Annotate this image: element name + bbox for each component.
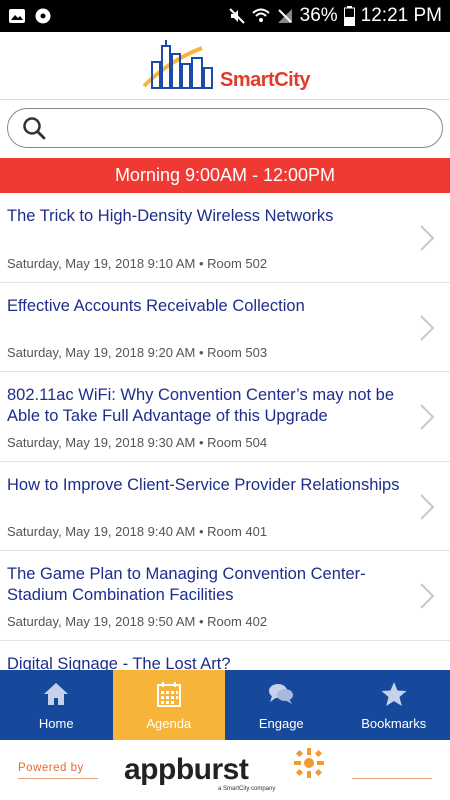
logo-city: City [274, 68, 310, 91]
status-bar: 36% 12:21 PM [0, 0, 450, 32]
tab-label: Home [38, 715, 74, 731]
session-item[interactable]: Effective Accounts Receivable Collection… [0, 283, 450, 372]
clock: 12:21 PM [360, 5, 442, 26]
session-meta: Saturday, May 19, 2018 9:20 AM • Room 50… [7, 345, 268, 360]
session-item[interactable]: Digital Signage - The Lost Art? [0, 641, 450, 671]
session-item[interactable]: The Game Plan to Managing Convention Cen… [0, 551, 450, 641]
session-list: The Trick to High-Density Wireless Netwo… [0, 193, 450, 670]
session-meta: Saturday, May 19, 2018 9:10 AM • Room 50… [7, 255, 268, 271]
appburst-logo: appburst [124, 753, 249, 786]
mute-icon [228, 8, 245, 24]
session-title: Digital Signage - The Lost Art? [7, 654, 231, 671]
divider [352, 778, 432, 779]
chevron-right-icon [420, 404, 434, 430]
calendar-icon [156, 681, 181, 707]
burst-logo-icon [294, 748, 324, 778]
search-input[interactable] [54, 110, 442, 146]
wifi-icon [251, 8, 270, 22]
session-meta: Saturday, May 19, 2018 9:40 AM • Room 40… [7, 524, 268, 539]
city-skyline-logo-icon [142, 39, 213, 89]
powered-by-footer: Powered by appburst a SmartCity company [0, 740, 450, 800]
session-meta: Saturday, May 19, 2018 9:50 AM • Room 40… [7, 613, 268, 629]
tab-engage[interactable]: Engage [225, 670, 338, 740]
session-item[interactable]: 802.11ac WiFi: Why Convention Center’s m… [0, 372, 450, 462]
logo-smart: Smart [220, 68, 275, 91]
powered-by-label: Powered by [18, 762, 84, 774]
tab-home[interactable]: Home [0, 670, 113, 740]
chevron-right-icon [420, 583, 434, 609]
tab-label: Agenda [146, 715, 192, 731]
smartcity-logo: SmartCity [140, 39, 310, 92]
session-title: The Game Plan to Managing Convention Cen… [7, 565, 366, 604]
tab-label: Engage [258, 715, 304, 731]
section-title: Morning 9:00AM - 12:00PM [114, 165, 336, 185]
session-item[interactable]: The Trick to High-Density Wireless Netwo… [0, 193, 450, 283]
gallery-notification-icon [9, 9, 25, 23]
session-item[interactable]: How to Improve Client-Service Provider R… [0, 462, 450, 551]
star-icon [381, 681, 407, 706]
appburst-tagline: a SmartCity company [218, 786, 276, 792]
search-icon [23, 117, 46, 140]
search-box[interactable] [7, 108, 443, 148]
session-meta: Saturday, May 19, 2018 9:30 AM • Room 50… [7, 434, 268, 450]
chevron-right-icon [420, 314, 434, 341]
settings-notification-icon [35, 8, 51, 24]
session-title: Effective Accounts Receivable Collection [7, 296, 305, 315]
app-header: SmartCity [0, 32, 450, 100]
home-icon [44, 682, 69, 705]
tab-label: Bookmarks [361, 715, 427, 731]
section-header: Morning 9:00AM - 12:00PM [0, 158, 450, 193]
session-title: How to Improve Client-Service Provider R… [7, 475, 400, 494]
chevron-right-icon [420, 225, 434, 251]
chevron-right-icon [420, 493, 434, 520]
session-title: The Trick to High-Density Wireless Netwo… [7, 207, 334, 225]
bottom-tab-bar: Home Agenda Engage Bookmarks [0, 670, 450, 740]
chat-icon [269, 683, 294, 704]
search-bar [0, 100, 450, 158]
tab-bookmarks[interactable]: Bookmarks [338, 670, 450, 740]
battery-percent: 36% [299, 5, 338, 26]
divider [18, 778, 98, 779]
session-title: 802.11ac WiFi: Why Convention Center’s m… [7, 386, 395, 425]
battery-icon [343, 6, 355, 26]
signal-icon [277, 9, 292, 23]
logo-wordmark: SmartCity [220, 69, 310, 92]
tab-agenda[interactable]: Agenda [112, 670, 225, 740]
